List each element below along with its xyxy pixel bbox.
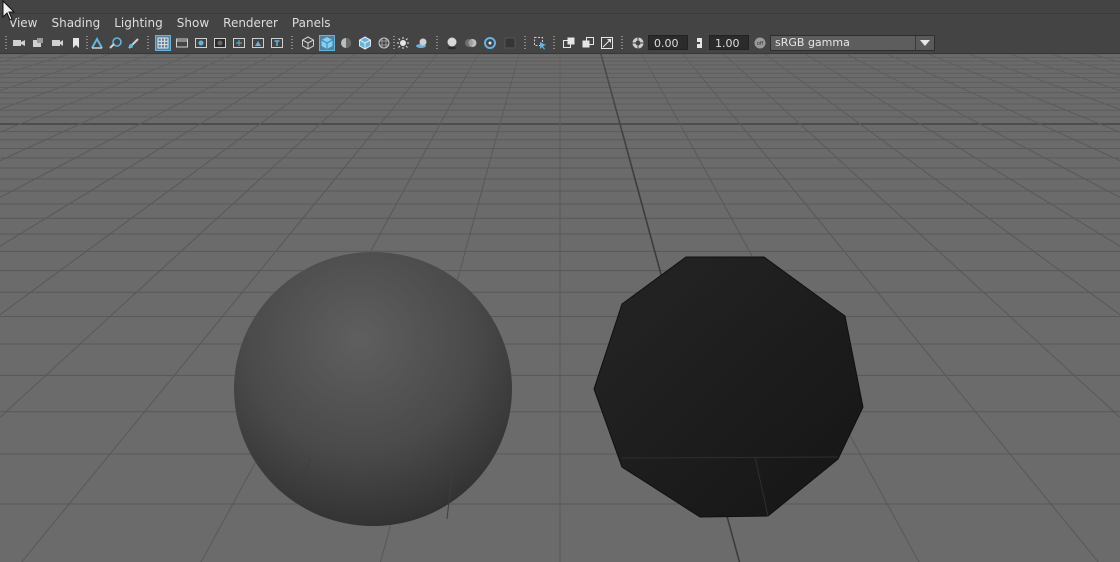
- film-gate-icon[interactable]: [174, 35, 190, 51]
- color-space-value: sRGB gamma: [775, 36, 850, 49]
- panel-toolbar: 0.00 1.00 off sRGB gamma: [0, 33, 1120, 54]
- exposure-field[interactable]: 0.00: [648, 35, 688, 50]
- wireframe-icon[interactable]: [300, 35, 316, 51]
- safe-title-icon[interactable]: [269, 35, 285, 51]
- motion-blur-icon[interactable]: [463, 35, 479, 51]
- toolbar-separator: [5, 36, 7, 50]
- gamma-field[interactable]: 1.00: [709, 35, 749, 50]
- mouse-cursor-icon: [2, 0, 16, 21]
- wireframe-on-shaded-icon[interactable]: [357, 35, 373, 51]
- exposure-icon[interactable]: [630, 35, 646, 51]
- color-management-icon[interactable]: off: [752, 35, 768, 51]
- resolution-gate-icon[interactable]: [193, 35, 209, 51]
- menu-show[interactable]: Show: [170, 14, 216, 33]
- toolbar-separator: [621, 36, 623, 50]
- bookmark-icon[interactable]: [68, 35, 84, 51]
- color-space-dropdown[interactable]: sRGB gamma: [770, 35, 935, 51]
- toolbar-separator: [86, 36, 88, 50]
- panel-menu-bar: View Shading Lighting Show Renderer Pane…: [0, 14, 1120, 33]
- screen-space-ao-icon[interactable]: [444, 35, 460, 51]
- select-camera-icon[interactable]: [11, 35, 27, 51]
- image-plane-icon[interactable]: [89, 35, 105, 51]
- toolbar-separator: [291, 36, 293, 50]
- maya-viewport-panel: View Shading Lighting Show Renderer Pane…: [0, 0, 1120, 562]
- multisample-aa-icon[interactable]: [482, 35, 498, 51]
- field-chart-icon[interactable]: [231, 35, 247, 51]
- toolbar-separator: [553, 36, 555, 50]
- 2d-pan-zoom-icon[interactable]: [108, 35, 124, 51]
- 3d-viewport[interactable]: [0, 0, 1120, 562]
- depth-of-field-icon[interactable]: [502, 35, 518, 51]
- toolbar-separator: [524, 36, 526, 50]
- isolate-select-icon[interactable]: [532, 35, 548, 51]
- menu-panels[interactable]: Panels: [285, 14, 338, 33]
- xray-joints-icon[interactable]: [561, 35, 577, 51]
- gamma-icon[interactable]: [692, 35, 708, 51]
- toolbar-separator: [436, 36, 438, 50]
- xray-icon[interactable]: [376, 35, 392, 51]
- chevron-down-icon[interactable]: [915, 36, 934, 50]
- menu-shading[interactable]: Shading: [44, 14, 107, 33]
- menu-renderer[interactable]: Renderer: [216, 14, 285, 33]
- xray-active-icon[interactable]: [580, 35, 596, 51]
- toolbar-separator: [147, 36, 149, 50]
- use-default-material-icon[interactable]: [338, 35, 354, 51]
- smooth-shade-icon[interactable]: [319, 35, 335, 51]
- panel-title-strip: [0, 0, 1120, 14]
- backface-culling-icon[interactable]: [599, 35, 615, 51]
- grid-icon[interactable]: [155, 35, 171, 51]
- shadows-icon[interactable]: [414, 35, 430, 51]
- camera-attributes-icon[interactable]: [30, 35, 46, 51]
- bookmarks-icon[interactable]: [49, 35, 65, 51]
- grease-pencil-icon[interactable]: [126, 35, 142, 51]
- smooth-sphere[interactable]: [234, 252, 512, 526]
- use-all-lights-icon[interactable]: [395, 35, 411, 51]
- safe-action-icon[interactable]: [250, 35, 266, 51]
- gate-mask-icon[interactable]: [212, 35, 228, 51]
- svg-text:off: off: [757, 41, 764, 47]
- menu-lighting[interactable]: Lighting: [107, 14, 170, 33]
